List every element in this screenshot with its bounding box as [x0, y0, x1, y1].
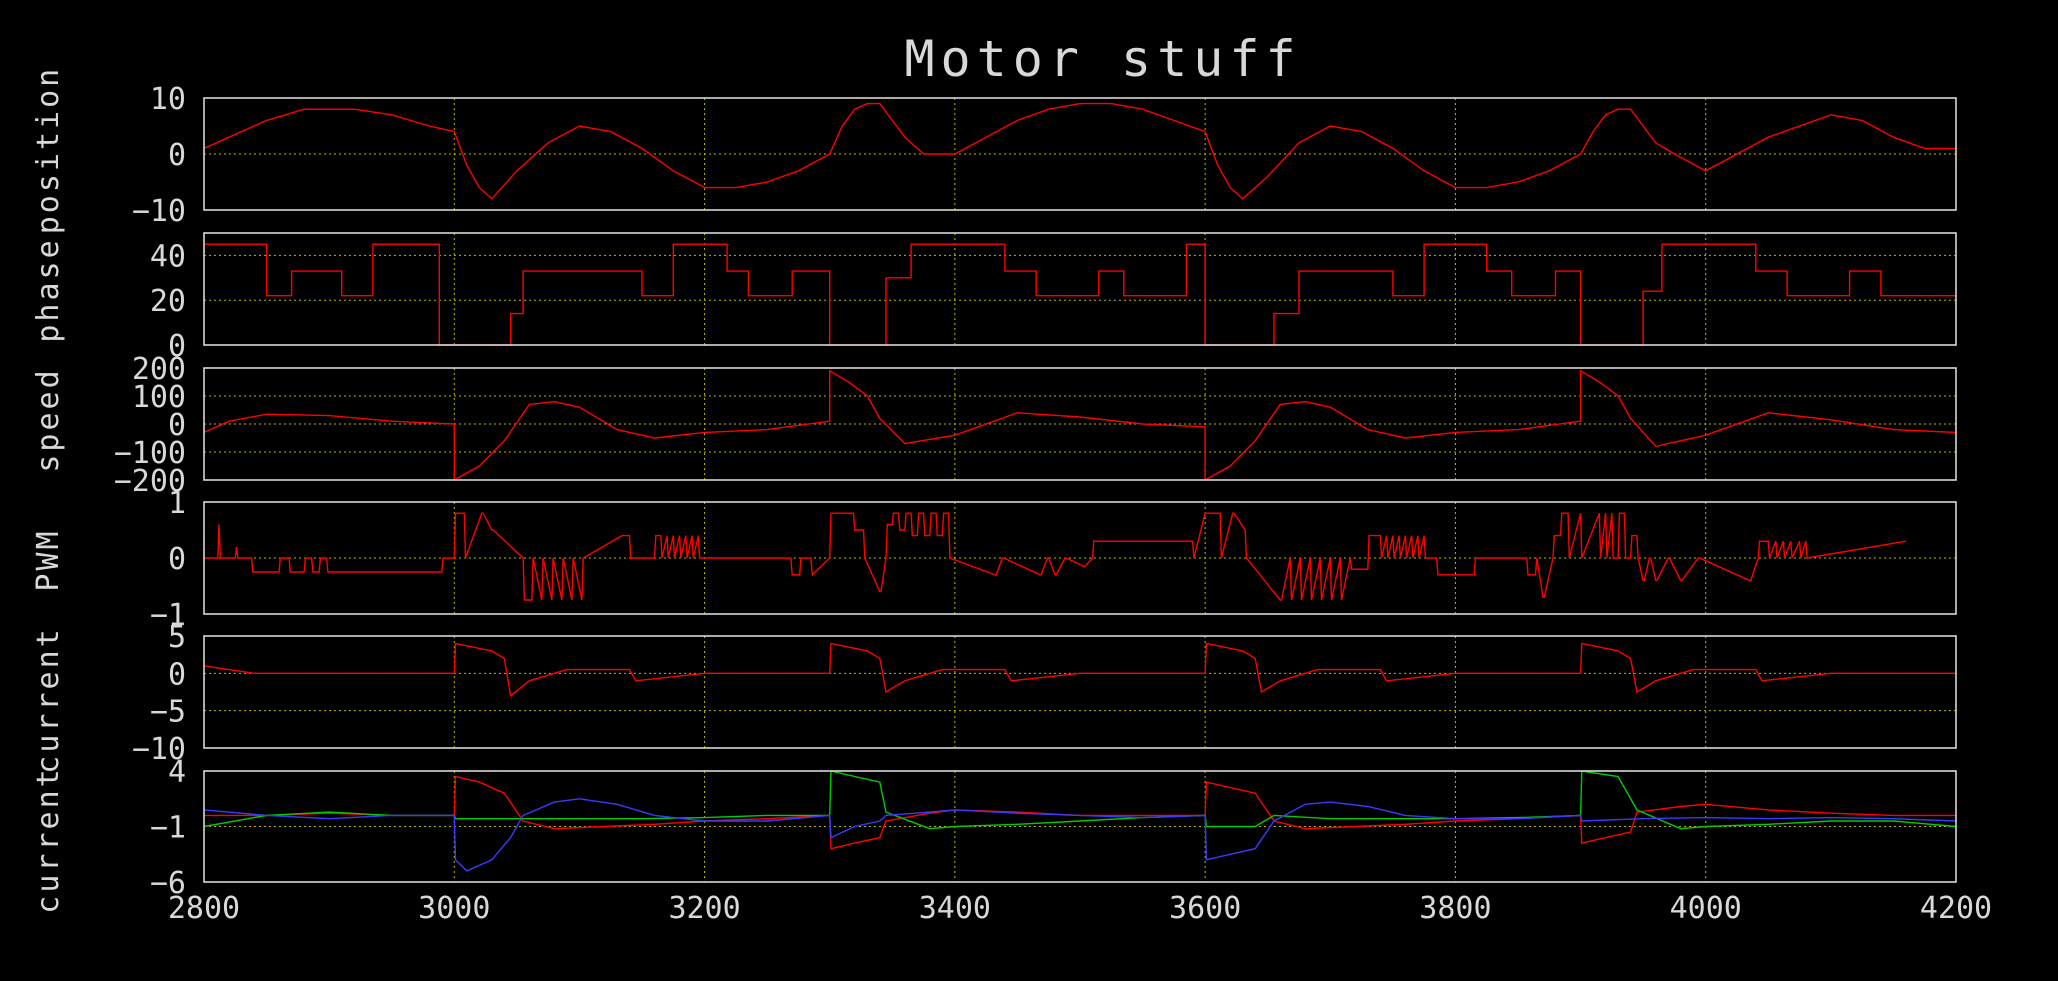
chart-svg: Motor stuff −10010position02040phase−200… — [0, 0, 2058, 981]
xtick-label-5: 3800 — [1419, 891, 1491, 926]
panel-1-ytick-1: 20 — [150, 284, 186, 319]
panel-5-ytick-2: 4 — [168, 755, 186, 790]
panel-4-ytick-1: −5 — [150, 695, 186, 730]
panel-0-ylabel: position — [31, 66, 66, 235]
panel-0-ytick-1: 0 — [168, 138, 186, 173]
panel-5-ylabel: current — [31, 766, 66, 913]
panel-4-ytick-2: 0 — [168, 657, 186, 692]
chart-title: Motor stuff — [904, 30, 1301, 88]
xtick-label-7: 4200 — [1920, 891, 1992, 926]
xtick-label-1: 3000 — [418, 891, 490, 926]
chart-root: Motor stuff −10 0 10 position 0 20 40 phase −200… — [0, 0, 2058, 981]
xtick-label-4: 3600 — [1169, 891, 1241, 926]
panel-3-ytick-2: 1 — [168, 486, 186, 521]
panel-2-ylabel: speed — [31, 367, 66, 472]
xtick-label-2: 3200 — [668, 891, 740, 926]
panel-3-ylabel: PWM — [31, 528, 66, 591]
xtick-label-6: 4000 — [1670, 891, 1742, 926]
panel-4-ylabel: current — [31, 626, 66, 773]
panel-1-ytick-2: 40 — [150, 239, 186, 274]
xtick-label-3: 3400 — [919, 891, 991, 926]
panel-5-ytick-1: −1 — [150, 811, 186, 846]
panel-3-ytick-1: 0 — [168, 542, 186, 577]
panel-4-ytick-3: 5 — [168, 620, 186, 655]
panel-0-ytick-0: −10 — [132, 194, 186, 229]
xtick-label-0: 2800 — [168, 891, 240, 926]
panel-2-ytick-4: 200 — [132, 352, 186, 387]
panel-1-ylabel: phase — [31, 237, 66, 342]
panel-0-ytick-2: 10 — [150, 82, 186, 117]
